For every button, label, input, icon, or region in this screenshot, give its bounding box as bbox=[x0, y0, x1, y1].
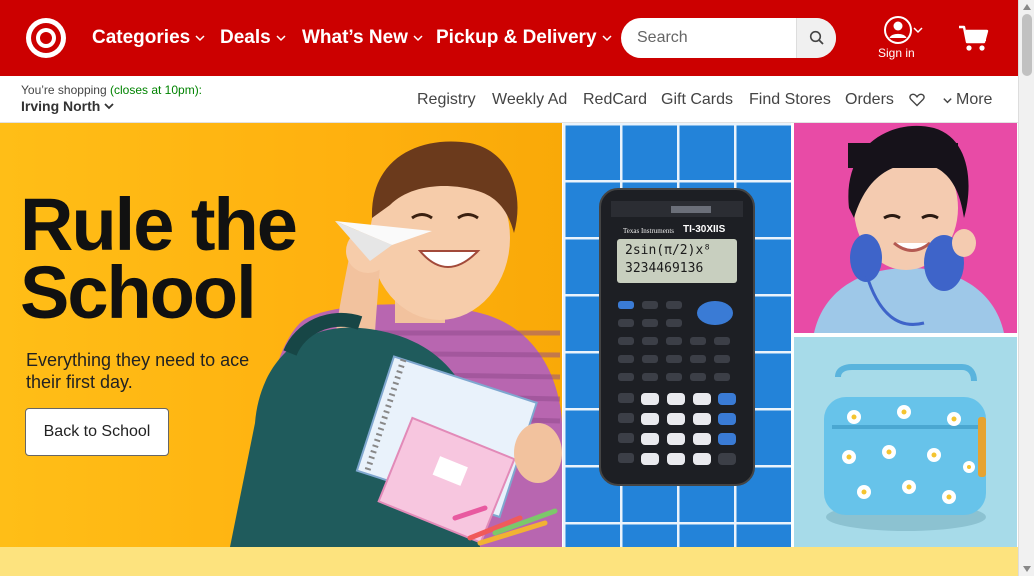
link-find-stores[interactable]: Find Stores bbox=[749, 91, 831, 109]
link-orders[interactable]: Orders bbox=[845, 91, 894, 109]
nav-pickup-delivery[interactable]: Pickup & Delivery bbox=[436, 27, 613, 49]
store-subnav: You’re shopping (closes at 10pm): Irving… bbox=[0, 76, 1018, 123]
nav-whats-new[interactable]: What’s New bbox=[302, 27, 424, 49]
hero-subtext: Everything they need to ace their first … bbox=[26, 350, 250, 392]
girl-with-headphones-photo bbox=[794, 123, 1017, 333]
link-gift-cards[interactable]: Gift Cards bbox=[661, 91, 733, 109]
nav-categories-label: Categories bbox=[92, 27, 191, 48]
logo-dot bbox=[40, 32, 52, 44]
chevron-down-icon bbox=[943, 97, 952, 103]
link-redcard[interactable]: RedCard bbox=[583, 91, 647, 109]
nav-deals[interactable]: Deals bbox=[220, 27, 287, 49]
search-button[interactable] bbox=[796, 18, 836, 58]
chevron-down-icon bbox=[413, 35, 423, 42]
nav-whats-new-label: What’s New bbox=[302, 27, 408, 48]
more-label: More bbox=[956, 91, 993, 108]
calculator-brand: Texas Instruments bbox=[623, 227, 675, 235]
link-registry[interactable]: Registry bbox=[417, 91, 476, 109]
store-name: Irving North bbox=[21, 98, 101, 114]
promo-tile-headphones[interactable] bbox=[794, 123, 1017, 333]
calculator-display-line1: 2sin(π/2)x⁸ bbox=[625, 243, 712, 258]
hero-headline: Rule the School bbox=[20, 183, 298, 334]
daisy-lunch-bag-photo bbox=[794, 337, 1017, 547]
chevron-down-icon bbox=[195, 35, 205, 42]
back-to-school-button[interactable]: Back to School bbox=[25, 408, 169, 456]
chevron-down-icon bbox=[276, 35, 286, 42]
shopping-prefix: You’re shopping bbox=[21, 83, 107, 97]
page: Categories Deals What’s New Pickup & Del… bbox=[0, 0, 1034, 576]
chevron-down-icon bbox=[602, 35, 612, 42]
search-icon bbox=[809, 30, 824, 45]
store-status: You’re shopping (closes at 10pm): bbox=[21, 83, 202, 97]
top-header: Categories Deals What’s New Pickup & Del… bbox=[0, 0, 1018, 76]
nav-deals-label: Deals bbox=[220, 27, 271, 48]
calculator-photo bbox=[563, 123, 791, 547]
search-input[interactable] bbox=[621, 18, 797, 58]
promo-tile-calculator[interactable]: Texas Instruments TI-30XIIS 2sin(π/2)x⁸ … bbox=[563, 123, 791, 547]
scroll-down-arrow-icon[interactable] bbox=[1023, 566, 1031, 572]
scroll-up-arrow-icon[interactable] bbox=[1023, 4, 1031, 10]
calculator-display-line2: 3234469136 bbox=[625, 261, 704, 276]
store-hours: (closes at 10pm): bbox=[109, 83, 203, 97]
sign-in-label: Sign in bbox=[878, 46, 915, 60]
link-weekly-ad[interactable]: Weekly Ad bbox=[492, 91, 567, 109]
nav-categories[interactable]: Categories bbox=[92, 27, 206, 49]
account-icon bbox=[884, 16, 923, 44]
nav-pickup-delivery-label: Pickup & Delivery bbox=[436, 27, 597, 48]
page-scrollbar[interactable] bbox=[1018, 0, 1034, 576]
promo-tile-lunch-bag[interactable] bbox=[794, 337, 1017, 547]
store-selector[interactable]: Irving North bbox=[21, 98, 115, 114]
sign-in-button[interactable]: Sign in bbox=[876, 16, 932, 62]
heart-icon[interactable] bbox=[909, 93, 925, 107]
hero-banner[interactable]: Rule the School Everything they need to … bbox=[0, 123, 562, 547]
target-logo[interactable] bbox=[26, 18, 66, 58]
cart-button[interactable] bbox=[958, 24, 990, 54]
next-section-band bbox=[0, 547, 1018, 576]
cart-icon bbox=[959, 25, 989, 51]
more-menu[interactable]: More bbox=[942, 91, 992, 109]
search-box bbox=[621, 18, 836, 58]
chevron-down-icon bbox=[104, 103, 114, 110]
calculator-model: TI-30XIIS bbox=[683, 224, 726, 235]
scrollbar-thumb[interactable] bbox=[1022, 14, 1032, 76]
